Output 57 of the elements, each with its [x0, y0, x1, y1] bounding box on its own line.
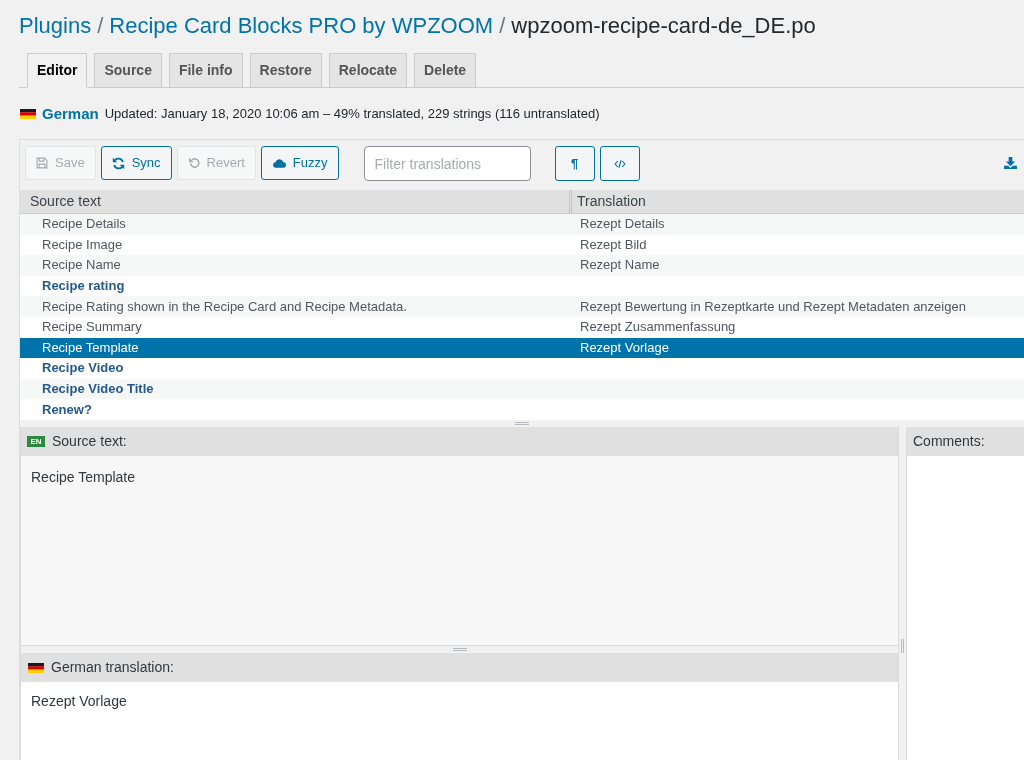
source-text-cell-text: Renew?	[41, 401, 93, 418]
source-text-cell-text: Recipe Template	[41, 339, 140, 356]
translation-cell-text: Rezept Name	[579, 257, 660, 274]
table-row[interactable]: Recipe Template Rezept Vorlage	[20, 337, 1024, 359]
undo-icon	[187, 157, 200, 169]
download-icon[interactable]	[1004, 157, 1017, 169]
toolbar-button[interactable]: Sync	[100, 146, 172, 180]
panel-title: Comments:	[913, 432, 985, 451]
source-text-cell-text: Recipe Video	[41, 360, 125, 377]
cloud-icon	[271, 158, 286, 168]
tab[interactable]: Restore	[249, 53, 322, 87]
resize-grip-icon[interactable]	[452, 648, 467, 651]
code-view-button[interactable]	[599, 146, 640, 181]
comments-field[interactable]	[907, 456, 1024, 760]
panel-title: German translation:	[51, 658, 174, 677]
file-status-text: Updated: January 18, 2020 10:06 am – 49% translated, 229 strings (116 untranslated)	[104, 105, 600, 124]
tab[interactable]: File info	[168, 53, 243, 87]
resize-grip-icon[interactable]	[901, 639, 904, 653]
translation-cell-text: Rezept Bewertung in Rezeptkarte und Rezept Metadaten anzeigen	[579, 298, 966, 315]
source-text-cell-text: Recipe Video Title	[41, 381, 155, 398]
source-text-cell-text: Recipe Summary	[41, 319, 143, 336]
breadcrumb-separator: /	[97, 12, 104, 40]
breadcrumb-link[interactable]: Recipe Card Blocks PRO by WPZOOM	[109, 12, 494, 40]
translation-cell-text: Rezept Details	[579, 216, 665, 233]
filter-field[interactable]: Filter translations	[363, 146, 531, 181]
sync-icon	[111, 156, 125, 170]
resize-grip-icon[interactable]	[515, 422, 529, 425]
german-flag-icon	[28, 662, 44, 673]
column-header[interactable]: Translation	[572, 190, 1024, 213]
source-text-cell-text: Recipe Name	[41, 257, 122, 274]
page-title: wpzoom-recipe-card-de_DE.po	[511, 12, 816, 40]
tab[interactable]: Relocate	[328, 53, 408, 87]
source-text-cell-text: Recipe Details	[41, 216, 127, 233]
table-row[interactable]: Recipe Name Rezept Name	[20, 255, 1024, 276]
source-text-cell-text: Recipe Image	[41, 236, 124, 253]
breadcrumb-separator: /	[499, 12, 506, 40]
panel-title: Source text:	[52, 432, 127, 451]
translation-cell-text: Rezept Bild	[579, 236, 647, 253]
tab[interactable]: Delete	[414, 53, 477, 87]
language-badge: EN	[27, 436, 45, 447]
invisibles-toggle-button[interactable]: ¶	[554, 146, 595, 181]
tab[interactable]: Editor	[27, 53, 88, 88]
german-flag-icon	[20, 109, 36, 119]
source-text-cell-text: Recipe rating	[41, 278, 126, 295]
source-text: Recipe Template	[31, 469, 136, 485]
code-icon	[613, 158, 626, 169]
breadcrumb-link[interactable]: Plugins	[19, 12, 92, 40]
toolbar-button[interactable]: Fuzzy	[260, 146, 339, 180]
source-text-cell-text: Recipe Rating shown in the Recipe Card and Recipe Metadata.	[41, 298, 408, 315]
language-link[interactable]: German	[42, 102, 99, 126]
table-row[interactable]: Recipe Rating shown in the Recipe Card and Recipe Metadata. Rezept Bewertung in Rezeptkarte und Rezept Metadaten anzeigen	[20, 296, 1024, 317]
translation-field[interactable]: Rezept Vorlage	[21, 682, 898, 760]
table-row[interactable]: Recipe Video Title	[20, 378, 1024, 400]
translation-cell-text: Rezept Zusammenfassung	[579, 319, 736, 336]
table-row[interactable]: Recipe Details Rezept Details	[20, 214, 1024, 235]
tab[interactable]: Source	[94, 53, 162, 87]
translation-cell-text: Rezept Vorlage	[579, 339, 669, 356]
